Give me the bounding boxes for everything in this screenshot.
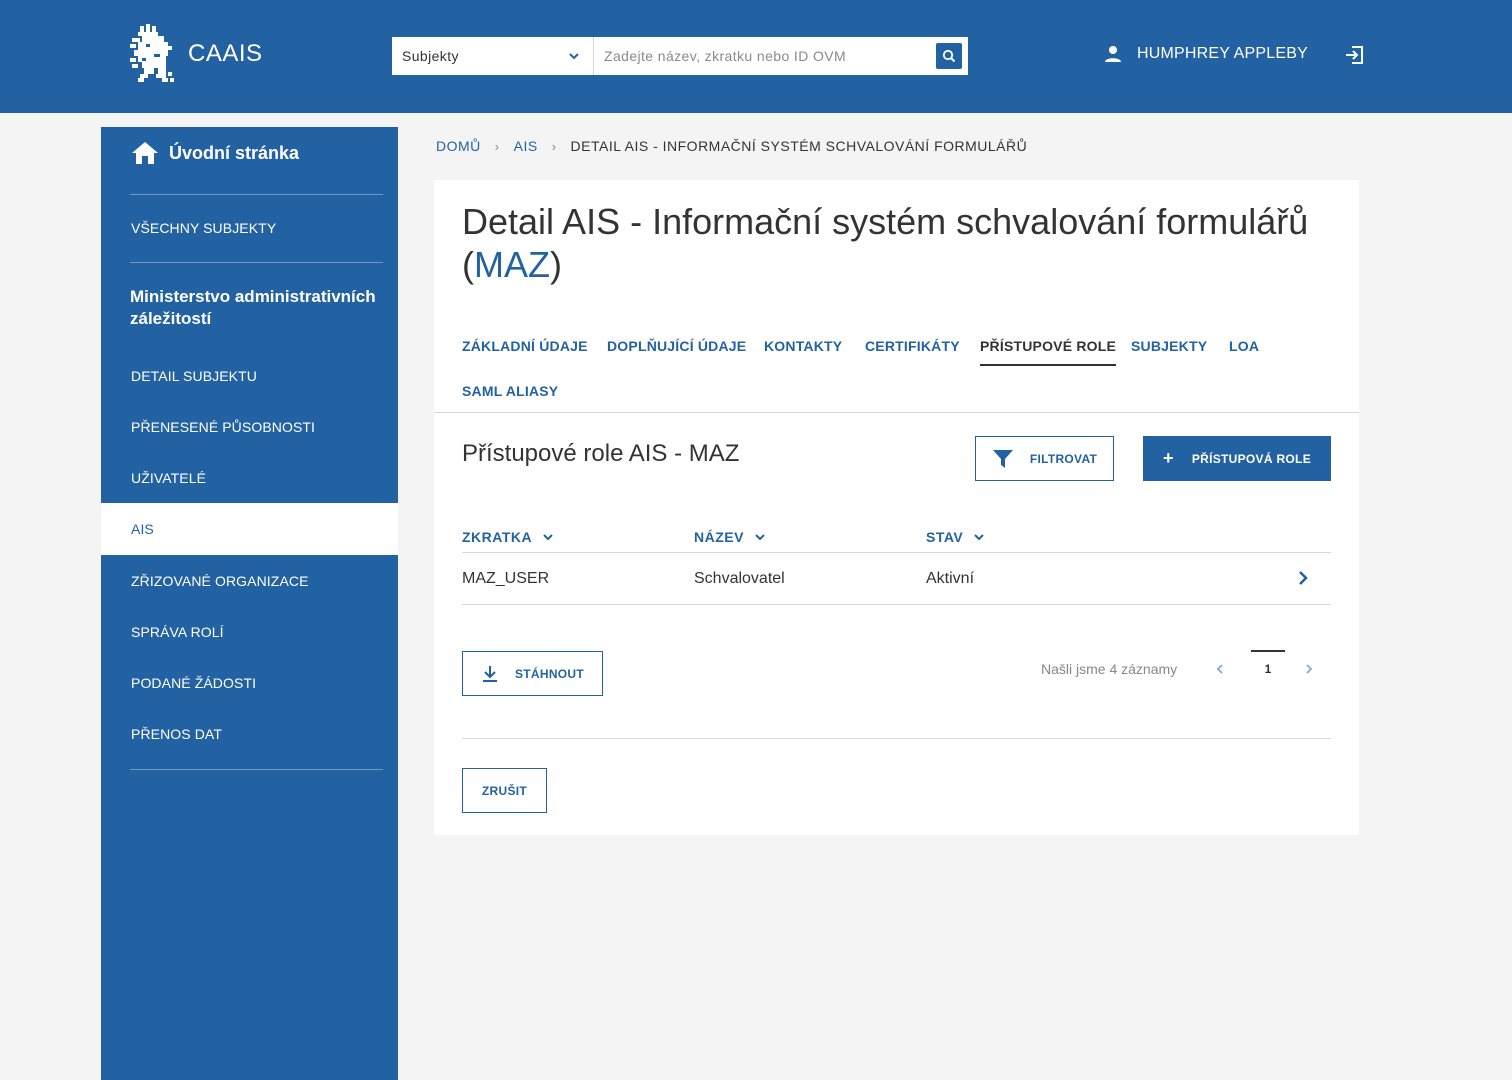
divider <box>130 262 383 263</box>
home-icon <box>132 142 158 164</box>
sidebar-item-delegated-powers[interactable]: PŘENESENÉ PŮSOBNOSTI <box>101 401 398 453</box>
sidebar: Úvodní stránka VŠECHNY SUBJEKTY Minister… <box>101 127 398 1080</box>
chevron-down-icon <box>974 534 984 541</box>
breadcrumb-separator-icon: › <box>494 138 500 154</box>
column-header-label: ZKRATKA <box>462 529 533 545</box>
sidebar-item-label: AIS <box>131 521 154 537</box>
column-header-name[interactable]: NÁZEV <box>694 529 766 545</box>
download-icon <box>482 665 497 682</box>
main-card: Detail AIS - Informační systém schvalová… <box>434 180 1359 835</box>
breadcrumb-current: DETAIL AIS - INFORMAČNÍ SYSTÉM SCHVALOVÁ… <box>570 138 1028 154</box>
cell-name: Schvalovatel <box>694 570 785 587</box>
sidebar-home-link[interactable]: Úvodní stránka <box>131 141 299 165</box>
tab-certificates[interactable]: CERTIFIKÁTY <box>865 338 960 354</box>
divider <box>434 412 1359 413</box>
sidebar-item-requests[interactable]: PODANÉ ŽÁDOSTI <box>101 657 398 709</box>
page-title-text: Detail AIS - Informační systém schvalová… <box>462 201 1309 242</box>
divider <box>130 194 383 195</box>
tab-loa[interactable]: LOA <box>1229 338 1259 354</box>
sidebar-org-name: Ministerstvo administrativních záležitos… <box>130 287 376 328</box>
column-header-abbreviation[interactable]: ZKRATKA <box>462 529 554 545</box>
sidebar-item-label: ZŘIZOVANÉ ORGANIZACE <box>131 573 309 589</box>
filter-button-label: FILTROVAT <box>1029 451 1098 466</box>
result-count: Našli jsme 4 záznamy <box>1041 661 1178 677</box>
cell-abbreviation: MAZ_USER <box>462 570 550 587</box>
tab-basic-info[interactable]: ZÁKLADNÍ ÚDAJE <box>462 338 588 354</box>
user-menu[interactable]: HUMPHREY APPLEBY <box>1103 44 1308 64</box>
column-header-status[interactable]: STAV <box>926 529 985 545</box>
search-scope-select[interactable]: Subjekty <box>392 37 594 75</box>
lion-emblem-icon <box>130 24 174 82</box>
logout-icon[interactable] <box>1343 44 1365 66</box>
column-header-label: STAV <box>926 529 964 545</box>
section-title: Přístupové role AIS - MAZ <box>462 440 740 467</box>
sidebar-item-label: PODANÉ ŽÁDOSTI <box>131 675 257 691</box>
chevron-down-icon <box>569 53 579 60</box>
chevron-right-icon[interactable] <box>1302 662 1316 676</box>
top-header: CAAIS Subjekty HUMPHREY APPLEBY <box>0 0 1512 113</box>
sidebar-item-users[interactable]: UŽIVATELÉ <box>101 452 398 504</box>
sidebar-item-organizations[interactable]: ZŘIZOVANÉ ORGANIZACE <box>101 555 398 607</box>
chevron-down-icon <box>755 534 765 541</box>
add-access-role-label: PŘÍSTUPOVÁ ROLE <box>1191 451 1311 466</box>
chevron-down-icon <box>543 534 553 541</box>
sidebar-item-subject-detail[interactable]: DETAIL SUBJEKTU <box>101 350 398 402</box>
search-scope-value: Subjekty <box>402 48 459 64</box>
filter-icon <box>992 449 1013 468</box>
page-title-code: MAZ <box>474 244 550 285</box>
breadcrumb-separator-icon: › <box>551 138 557 154</box>
cancel-button-label: ZRUŠIT <box>481 783 528 798</box>
column-header-label: NÁZEV <box>694 529 744 545</box>
search-bar: Subjekty <box>392 37 968 75</box>
search-button[interactable] <box>936 43 962 69</box>
divider <box>462 604 1331 605</box>
chevron-left-icon[interactable] <box>1213 662 1227 676</box>
divider <box>462 552 1331 553</box>
sidebar-item-label: PŘENOS DAT <box>131 726 222 742</box>
breadcrumb: DOMŮ › AIS › DETAIL AIS - INFORMAČNÍ SYS… <box>436 138 1027 154</box>
sidebar-item-label: PŘENESENÉ PŮSOBNOSTI <box>131 419 316 435</box>
sidebar-item-label: VŠECHNY SUBJEKTY <box>131 220 277 236</box>
app-logo[interactable]: CAAIS <box>128 24 263 84</box>
sidebar-item-data-transfer[interactable]: PŘENOS DAT <box>101 708 398 760</box>
cell-status: Aktivní <box>926 570 975 587</box>
add-access-role-button[interactable]: + PŘÍSTUPOVÁ ROLE <box>1143 436 1331 481</box>
tab-contacts[interactable]: KONTAKTY <box>764 338 842 354</box>
download-button-label: STÁHNOUT <box>514 666 585 681</box>
tab-access-roles[interactable]: PŘÍSTUPOVÉ ROLE <box>980 338 1117 366</box>
app-name: CAAIS <box>188 40 263 67</box>
tab-subjects[interactable]: SUBJEKTY <box>1131 338 1207 354</box>
sidebar-home-label: Úvodní stránka <box>169 142 300 163</box>
divider <box>130 769 383 770</box>
pagination-current-page[interactable]: 1 <box>1251 650 1285 686</box>
sidebar-item-label: DETAIL SUBJEKTU <box>131 368 257 384</box>
chevron-right-icon[interactable] <box>1295 570 1311 586</box>
user-name: HUMPHREY APPLEBY <box>1137 45 1308 62</box>
sidebar-item-label: UŽIVATELÉ <box>131 470 207 486</box>
divider <box>462 738 1331 739</box>
plus-icon: + <box>1163 448 1174 468</box>
sidebar-item-role-management[interactable]: SPRÁVA ROLÍ <box>101 606 398 658</box>
tab-additional-info[interactable]: DOPLŇUJÍCÍ ÚDAJE <box>607 338 746 354</box>
search-icon <box>942 49 956 63</box>
user-icon <box>1105 46 1121 62</box>
download-button[interactable]: STÁHNOUT <box>462 651 603 696</box>
sidebar-item-ais[interactable]: AIS <box>101 503 398 555</box>
breadcrumb-ais-link[interactable]: AIS <box>514 138 538 154</box>
search-input[interactable] <box>594 37 968 75</box>
sidebar-item-all-subjects[interactable]: VŠECHNY SUBJEKTY <box>101 202 398 254</box>
sidebar-item-label: SPRÁVA ROLÍ <box>131 624 224 640</box>
filter-button[interactable]: FILTROVAT <box>975 436 1114 481</box>
page-title: Detail AIS - Informační systém schvalová… <box>462 201 1309 285</box>
breadcrumb-home-link[interactable]: DOMŮ <box>436 138 481 154</box>
tab-saml-aliases[interactable]: SAML ALIASY <box>462 383 558 399</box>
cancel-button[interactable]: ZRUŠIT <box>462 768 547 813</box>
